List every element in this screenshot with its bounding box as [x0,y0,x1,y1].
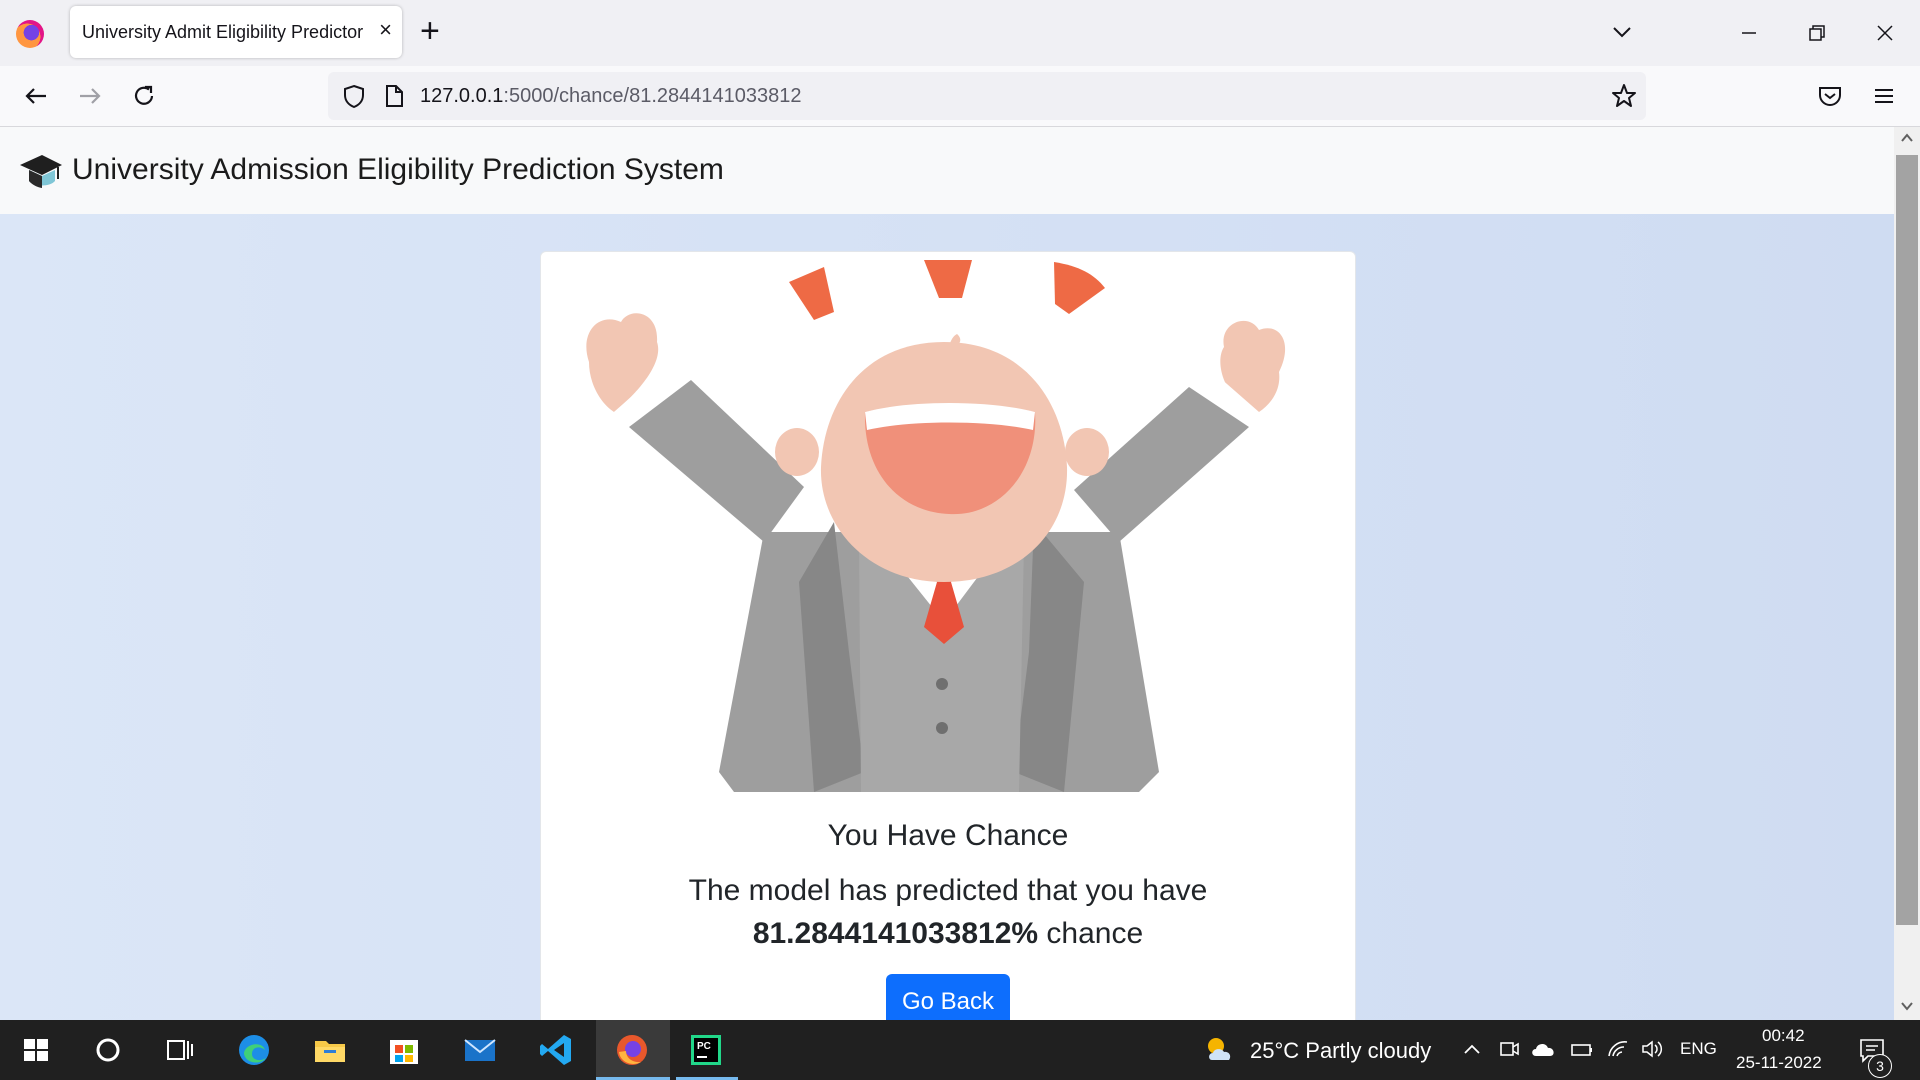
microsoft-store-icon[interactable] [386,1032,422,1068]
svg-text:PC: PC [697,1041,711,1052]
url-host: 127.0.0.1 [420,85,504,107]
onedrive-cloud-icon[interactable] [1530,1038,1556,1060]
edge-icon[interactable] [236,1032,272,1068]
address-bar[interactable]: 127.0.0.1:5000/chance/81.2844141033812 [328,72,1646,120]
volume-icon[interactable] [1640,1038,1664,1060]
brand-title[interactable]: University Admission Eligibility Predict… [72,153,724,187]
weather-partly-cloudy-icon[interactable] [1202,1032,1238,1068]
bookmark-star-icon[interactable] [1610,82,1638,110]
menu-icon[interactable] [1868,80,1900,112]
browser-tabstrip: University Admit Eligibility Predictor ×… [0,0,1920,66]
browser-tab[interactable]: University Admit Eligibility Predictor × [70,6,402,58]
graduation-cap-icon [20,155,62,188]
windows-taskbar: PC 25°C Partly cloudy ENG 00:42 25-11-20… [0,1020,1920,1080]
result-title: You Have Chance [827,819,1069,852]
mail-icon[interactable] [462,1032,498,1068]
close-window-icon[interactable] [1870,18,1900,48]
wifi-icon[interactable] [1606,1038,1630,1060]
go-back-button[interactable]: Go Back [886,974,1010,1020]
scroll-up-icon[interactable] [1900,131,1914,145]
scroll-down-icon[interactable] [1900,999,1914,1013]
reload-icon[interactable] [128,80,160,112]
chevron-up-icon[interactable] [1462,1040,1482,1060]
back-icon[interactable] [20,80,52,112]
url-text[interactable]: 127.0.0.1:5000/chance/81.2844141033812 [420,85,801,108]
search-circle-icon[interactable] [90,1032,126,1068]
tab-close-icon[interactable]: × [379,19,392,41]
result-message: The model has predicted that you have 81… [541,869,1355,955]
restore-icon[interactable] [1802,18,1832,48]
file-explorer-icon[interactable] [312,1032,348,1068]
pocket-icon[interactable] [1814,80,1846,112]
result-card: You Have Chance The model has predicted … [540,251,1356,1020]
notification-count-badge: 3 [1868,1054,1892,1078]
firefox-taskbar-icon[interactable] [614,1032,650,1068]
chevron-down-icon[interactable] [1610,20,1634,44]
minimize-icon[interactable] [1734,18,1764,48]
battery-icon[interactable] [1568,1038,1594,1060]
site-navbar: University Admission Eligibility Predict… [0,127,1894,214]
page-content: University Admission Eligibility Predict… [0,127,1894,1020]
scrollbar-thumb[interactable] [1896,155,1918,925]
windows-start-icon[interactable] [18,1032,54,1068]
tab-title: University Admit Eligibility Predictor [82,22,364,42]
shield-icon[interactable] [340,82,368,110]
celebration-illustration [586,260,1286,792]
weather-text[interactable]: 25°C Partly cloudy [1250,1038,1431,1064]
result-suffix: chance [1038,917,1144,950]
page-icon[interactable] [382,82,406,110]
forward-icon[interactable] [74,80,106,112]
new-tab-button[interactable]: + [420,14,440,48]
meet-now-icon[interactable] [1498,1038,1520,1060]
firefox-icon[interactable] [16,20,44,48]
result-percent: 81.2844141033812% [752,917,1039,950]
pycharm-icon[interactable]: PC [688,1032,724,1068]
page-scrollbar[interactable] [1894,127,1920,1020]
url-path: :5000/chance/81.2844141033812 [503,85,802,107]
result-line1: The model has predicted that you have [688,874,1208,907]
task-view-icon[interactable] [162,1032,198,1068]
browser-navbar: 127.0.0.1:5000/chance/81.2844141033812 [0,66,1920,127]
vscode-icon[interactable] [538,1032,574,1068]
clock-date[interactable]: 25-11-2022 [1736,1053,1822,1073]
clock-time[interactable]: 00:42 [1762,1026,1805,1046]
language-indicator[interactable]: ENG [1680,1039,1717,1059]
